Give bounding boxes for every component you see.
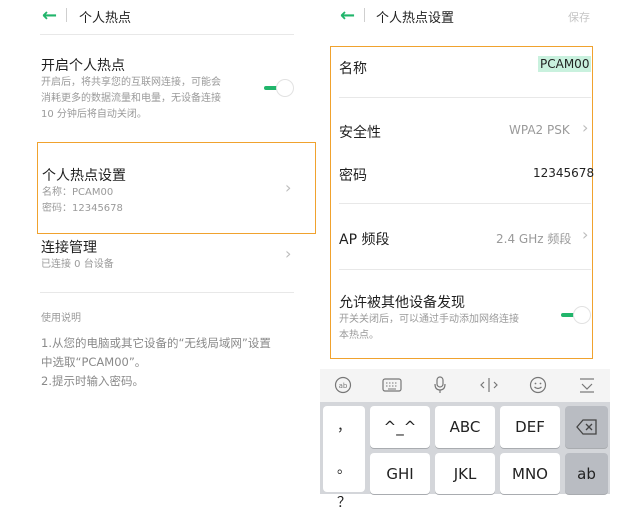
back-arrow-icon[interactable]: ←: [340, 7, 355, 25]
period-key[interactable]: 。: [337, 458, 351, 478]
keyboard-toolbar: [320, 369, 610, 402]
abc-key[interactable]: ABC: [435, 406, 495, 448]
password-input[interactable]: 12345678: [533, 166, 594, 180]
page-title: 个人热点设置: [376, 11, 455, 26]
ghi-key[interactable]: GHI: [370, 453, 430, 494]
hotspot-settings-password: 密码：12345678: [42, 203, 123, 214]
hotspot-toggle-desc-1: 开启后，将共享您的互联网连接，可能会: [41, 77, 221, 88]
ap-band-label: AP 频段: [339, 232, 390, 248]
discoverable-desc-2: 本热点。: [339, 330, 379, 341]
chevron-right-icon: ›: [285, 244, 292, 263]
discoverable-desc-1: 开关关闭后，可以通过手动添加网络连接: [339, 314, 519, 325]
instructions-line-3: 2.提示时输入密码。: [41, 374, 144, 388]
svg-text:ab: ab: [339, 382, 348, 390]
chevron-right-icon: ›: [582, 118, 589, 137]
mno-key[interactable]: MNO: [500, 453, 560, 494]
collapse-keyboard-icon[interactable]: [577, 375, 597, 395]
instructions-line-2: 中选取“PCAM00”。: [41, 355, 147, 369]
discoverable-label: 允许被其他设备发现: [339, 295, 465, 311]
security-label: 安全性: [339, 125, 381, 141]
connection-management-title: 连接管理: [41, 240, 97, 256]
header-divider: [364, 8, 365, 22]
row-divider: [339, 269, 591, 270]
cursor-icon[interactable]: [479, 375, 499, 395]
instructions-line-1: 1.从您的电脑或其它设备的“无线局域网”设置: [41, 336, 271, 350]
header-underline: [40, 34, 294, 35]
hotspot-toggle-switch[interactable]: [262, 79, 294, 97]
row-divider: [339, 97, 591, 98]
chevron-right-icon: ›: [285, 178, 292, 197]
security-value: WPA2 PSK: [509, 123, 570, 137]
row-divider: [339, 203, 591, 204]
question-key[interactable]: ？: [337, 492, 351, 512]
discoverable-toggle-switch[interactable]: [559, 306, 591, 324]
face-key[interactable]: ^_^: [370, 406, 430, 448]
emoji-mode-icon[interactable]: ab: [333, 375, 353, 395]
hotspot-settings-name: 名称：PCAM00: [42, 187, 114, 198]
header-divider: [66, 8, 67, 22]
comma-key[interactable]: ，: [337, 416, 351, 436]
microphone-icon[interactable]: [430, 375, 450, 395]
ap-band-value: 2.4 GHz 频段: [496, 232, 572, 246]
backspace-key[interactable]: [565, 406, 608, 448]
connection-management-sub: 已连接 0 台设备: [41, 259, 114, 270]
name-input[interactable]: PCAM00: [538, 56, 592, 72]
chevron-right-icon: ›: [582, 225, 589, 244]
hotspot-settings-title: 个人热点设置: [42, 168, 126, 184]
hotspot-toggle-desc-2: 消耗更多的数据流量和电量，无设备连接: [41, 93, 221, 104]
smiley-icon[interactable]: [528, 375, 548, 395]
hotspot-toggle-title: 开启个人热点: [41, 58, 125, 74]
ab-key[interactable]: ab: [565, 453, 608, 494]
name-label: 名称: [339, 61, 367, 77]
section-divider: [40, 292, 294, 293]
keyboard-icon[interactable]: [382, 375, 402, 395]
jkl-key[interactable]: JKL: [435, 453, 495, 494]
def-key[interactable]: DEF: [500, 406, 560, 448]
page-title: 个人热点: [79, 11, 132, 26]
save-button[interactable]: 保存: [568, 9, 590, 25]
back-arrow-icon[interactable]: ←: [42, 7, 57, 25]
password-label: 密码: [339, 168, 367, 184]
punctuation-column: ， 。 ？: [323, 406, 365, 511]
instructions-heading: 使用说明: [41, 313, 81, 324]
backspace-icon: [575, 419, 597, 435]
hotspot-toggle-desc-3: 10 分钟后将自动关闭。: [41, 109, 147, 120]
